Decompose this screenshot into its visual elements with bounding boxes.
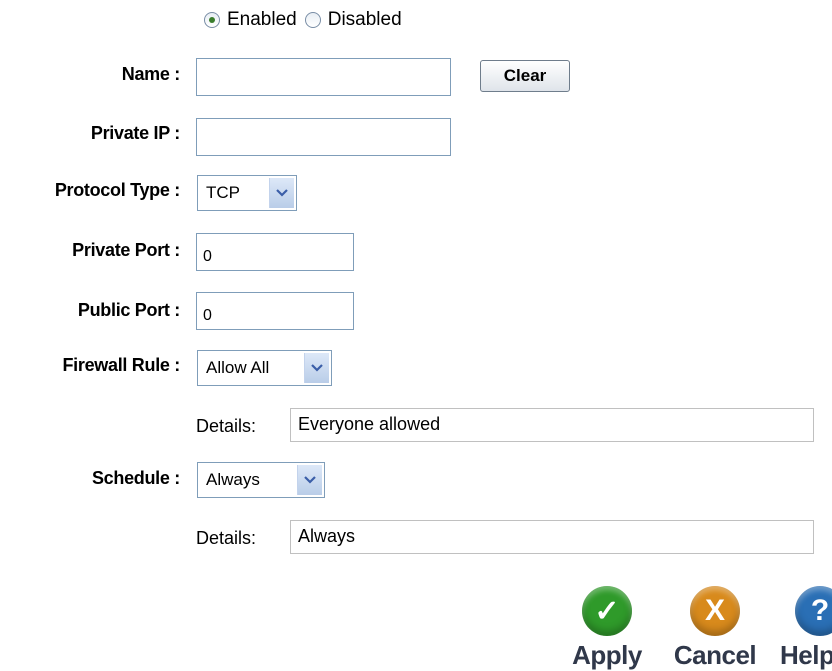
enabled-label: Enabled: [227, 9, 297, 30]
chevron-down-icon[interactable]: [297, 465, 322, 495]
firewall-rule-value: Allow All: [206, 358, 270, 377]
schedule-details-label: Details:: [196, 528, 257, 548]
disabled-radio[interactable]: [304, 12, 321, 28]
checkmark-icon: ✓: [582, 586, 632, 636]
firewall-details-label: Details:: [196, 416, 257, 436]
protocol-type-value: TCP: [206, 183, 240, 202]
public-port-label: Public Port :: [77, 300, 180, 320]
disabled-label: Disabled: [327, 9, 402, 30]
enabled-radio[interactable]: [204, 12, 220, 28]
protocol-type-select[interactable]: TCP: [197, 175, 297, 211]
cancel-label: Cancel: [673, 640, 757, 670]
firewall-rule-label: Firewall Rule :: [62, 355, 180, 375]
chevron-down-icon[interactable]: [269, 178, 294, 208]
private-ip-input[interactable]: [196, 118, 451, 156]
public-port-input[interactable]: 0: [196, 292, 354, 330]
firewall-details-value: Everyone allowed: [290, 408, 814, 442]
help-label: Help: [780, 640, 832, 670]
question-icon: ?: [795, 586, 832, 636]
private-port-input[interactable]: 0: [196, 233, 354, 271]
chevron-down-icon[interactable]: [304, 353, 329, 383]
private-port-label: Private Port :: [72, 240, 180, 260]
schedule-select[interactable]: Always: [197, 462, 325, 498]
schedule-value: Always: [206, 470, 260, 489]
help-button[interactable]: ? Help: [778, 586, 832, 671]
cancel-button[interactable]: X Cancel: [665, 586, 765, 671]
name-input[interactable]: [196, 58, 451, 96]
schedule-label: Schedule :: [91, 468, 180, 488]
clear-button[interactable]: Clear: [480, 60, 570, 92]
name-label: Name :: [121, 64, 181, 84]
private-ip-label: Private IP :: [90, 123, 180, 143]
x-icon: X: [690, 586, 740, 636]
apply-label: Apply: [572, 640, 642, 670]
firewall-rule-select[interactable]: Allow All: [197, 350, 332, 386]
schedule-details-value: Always: [290, 520, 814, 554]
apply-button[interactable]: ✓ Apply: [565, 586, 649, 671]
status-radio-group: Enabled Disabled: [204, 9, 410, 31]
protocol-type-label: Protocol Type :: [54, 180, 180, 200]
